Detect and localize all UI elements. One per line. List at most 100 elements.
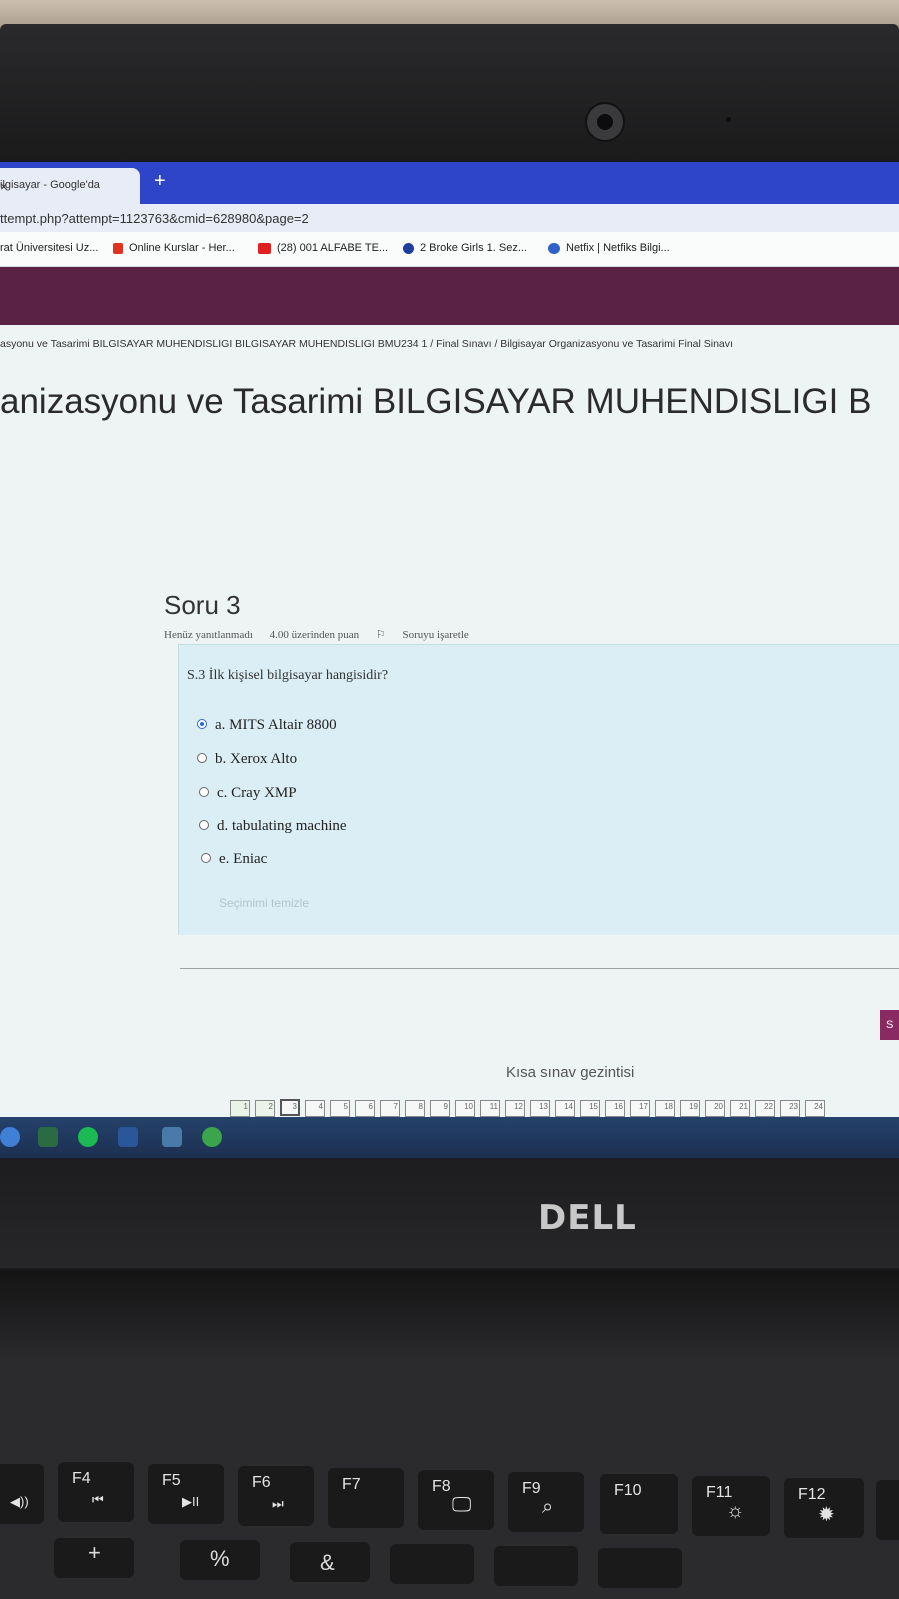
answer-option-e[interactable]: e. Eniac (201, 851, 267, 868)
bookmark-label: (28) 001 ALFABE TE... (277, 242, 389, 254)
quiz-nav-page-8[interactable]: 8 (405, 1100, 425, 1117)
search-icon: ⌕ (542, 1496, 554, 1518)
quiz-nav-page-5[interactable]: 5 (330, 1100, 350, 1117)
laptop-screen: ilgisayar - Google'da × + ttempt.php?att… (0, 162, 899, 1160)
bookmark-label: 2 Broke Girls 1. Sez... (420, 242, 527, 254)
key-ampersand[interactable]: & (290, 1542, 370, 1582)
key-f11[interactable]: F11 ☼ (692, 1476, 770, 1536)
key-f12[interactable]: F12 ✹ (784, 1478, 864, 1538)
key-f4[interactable]: F4 ⏮ (58, 1462, 134, 1522)
quiz-nav-page-3[interactable]: 3 (280, 1099, 300, 1116)
radio-button[interactable] (199, 786, 209, 797)
key-f6[interactable]: F6 ⏭ (238, 1466, 314, 1526)
key-f8[interactable]: F8 🖵 (418, 1470, 494, 1530)
key-label: F5 (162, 1472, 181, 1489)
laptop-hinge (0, 1270, 899, 1360)
play-pause-icon: ▶II (182, 1494, 200, 1509)
radio-button[interactable] (197, 752, 207, 763)
answer-option-d[interactable]: d. tabulating machine (199, 818, 347, 835)
word-icon[interactable] (118, 1127, 138, 1147)
quiz-nav-page-21[interactable]: 21 (730, 1100, 750, 1117)
spreadsheet-icon[interactable] (38, 1127, 58, 1147)
quiz-nav-page-7[interactable]: 7 (380, 1100, 400, 1117)
key-f7[interactable]: F7 (328, 1468, 404, 1528)
question-points: 4.00 üzerinden puan (269, 629, 360, 641)
quiz-nav-page-2[interactable]: 2 (255, 1100, 275, 1117)
next-page-button[interactable]: S (880, 1010, 899, 1040)
app-icon[interactable] (162, 1127, 182, 1147)
brightness-down-icon: ☼ (726, 1500, 745, 1522)
quiz-nav-page-1[interactable]: 1 (230, 1100, 250, 1117)
dell-logo: DELL (538, 1198, 637, 1238)
bookmark-item[interactable]: rat Üniversitesi Uz... (0, 242, 98, 254)
chat-icon[interactable] (202, 1127, 222, 1147)
quiz-nav-page-13[interactable]: 13 (530, 1100, 550, 1117)
key-label: F6 (252, 1474, 271, 1491)
bookmark-item[interactable]: Netfix | Netfiks Bilgi... (548, 242, 670, 254)
key-percent[interactable]: % (180, 1540, 260, 1580)
browser-tab[interactable]: ilgisayar - Google'da × (0, 168, 140, 204)
spotify-icon[interactable] (78, 1127, 98, 1147)
quiz-nav-page-12[interactable]: 12 (505, 1100, 525, 1117)
bookmarks-bar: rat Üniversitesi Uz... Online Kurslar - … (0, 232, 899, 267)
question-box: S.3 İlk kişisel bilgisayar hangisidir? a… (178, 644, 899, 935)
bookmark-item[interactable]: 2 Broke Girls 1. Sez... (403, 242, 527, 254)
quiz-nav-page-22[interactable]: 22 (755, 1100, 775, 1117)
quiz-nav-page-16[interactable]: 16 (605, 1100, 625, 1117)
bookmark-item[interactable]: (28) 001 ALFABE TE... (258, 242, 388, 254)
quiz-nav-page-15[interactable]: 15 (580, 1100, 600, 1117)
key-label: % (210, 1546, 230, 1571)
quiz-nav-page-19[interactable]: 19 (680, 1100, 700, 1117)
file-icon[interactable] (0, 1127, 20, 1147)
quiz-nav-page-23[interactable]: 23 (780, 1100, 800, 1117)
radio-button[interactable] (199, 819, 209, 830)
answer-option-c[interactable]: c. Cray XMP (199, 785, 297, 802)
radio-button-selected[interactable] (197, 718, 207, 729)
key-label: F8 (432, 1478, 451, 1495)
display-icon: 🖵 (452, 1494, 472, 1516)
tab-title: ilgisayar - Google'da (0, 179, 100, 191)
quiz-nav-page-20[interactable]: 20 (705, 1100, 725, 1117)
quiz-nav-page-24[interactable]: 24 (805, 1100, 825, 1117)
key[interactable] (390, 1544, 474, 1584)
quiz-nav-page-14[interactable]: 14 (555, 1100, 575, 1117)
bookmark-item[interactable]: Online Kurslar - Her... (113, 242, 235, 254)
key-prtscr[interactable] (876, 1480, 899, 1540)
key[interactable] (494, 1546, 578, 1586)
key-f3[interactable]: ◀)) (0, 1464, 44, 1524)
youtube-icon (258, 242, 271, 254)
breadcrumb[interactable]: asyonu ve Tasarimi BILGISAYAR MUHENDISLI… (0, 338, 733, 350)
key[interactable] (598, 1548, 682, 1588)
bookmark-label: Netfix | Netfiks Bilgi... (566, 242, 670, 254)
key-f10[interactable]: F10 (600, 1474, 678, 1534)
quiz-nav-page-9[interactable]: 9 (430, 1100, 450, 1117)
key-label: F9 (522, 1480, 541, 1497)
clear-choice-link[interactable]: Seçimimi temizle (219, 896, 309, 910)
close-tab-icon[interactable]: × (0, 179, 8, 194)
quiz-navigation: 1 2 3 4 5 6 7 8 9 10 11 12 13 14 15 16 17 18 19 20 21 22 23 24 (230, 1096, 830, 1117)
new-tab-button[interactable]: + (154, 170, 166, 193)
quiz-nav-page-11[interactable]: 11 (480, 1100, 500, 1117)
option-label: d. tabulating machine (217, 818, 347, 834)
quiz-nav-page-10[interactable]: 10 (455, 1100, 475, 1117)
flag-question-link[interactable]: ⚐ Soruyu işaretle (376, 629, 483, 641)
key-f9[interactable]: F9 ⌕ (508, 1472, 584, 1532)
address-bar[interactable]: ttempt.php?attempt=1123763&cmid=628980&p… (0, 204, 899, 232)
radio-button[interactable] (201, 852, 211, 863)
quiz-nav-page-4[interactable]: 4 (305, 1100, 325, 1117)
divider (180, 968, 899, 969)
quiz-nav-page-18[interactable]: 18 (655, 1100, 675, 1117)
key-label: F10 (614, 1482, 642, 1499)
volume-icon: ⏮ (92, 1492, 104, 1507)
url-text: ttempt.php?attempt=1123763&cmid=628980&p… (0, 211, 309, 226)
answer-option-a[interactable]: a. MITS Altair 8800 (197, 717, 337, 734)
key-label: F7 (342, 1476, 361, 1493)
key-plus[interactable]: + (54, 1538, 134, 1578)
keyboard-deck: ◀)) F4 ⏮ F5 ▶II F6 ⏭ F7 F8 🖵 F9 ⌕ F10 F11 ☼ F1… (0, 1360, 899, 1599)
browser-tab-bar: ilgisayar - Google'da × + (0, 162, 899, 204)
answer-option-b[interactable]: b. Xerox Alto (197, 751, 297, 768)
next-track-icon: ⏭ (272, 1496, 284, 1511)
key-f5[interactable]: F5 ▶II (148, 1464, 224, 1524)
quiz-nav-page-6[interactable]: 6 (355, 1100, 375, 1117)
quiz-nav-page-17[interactable]: 17 (630, 1100, 650, 1117)
